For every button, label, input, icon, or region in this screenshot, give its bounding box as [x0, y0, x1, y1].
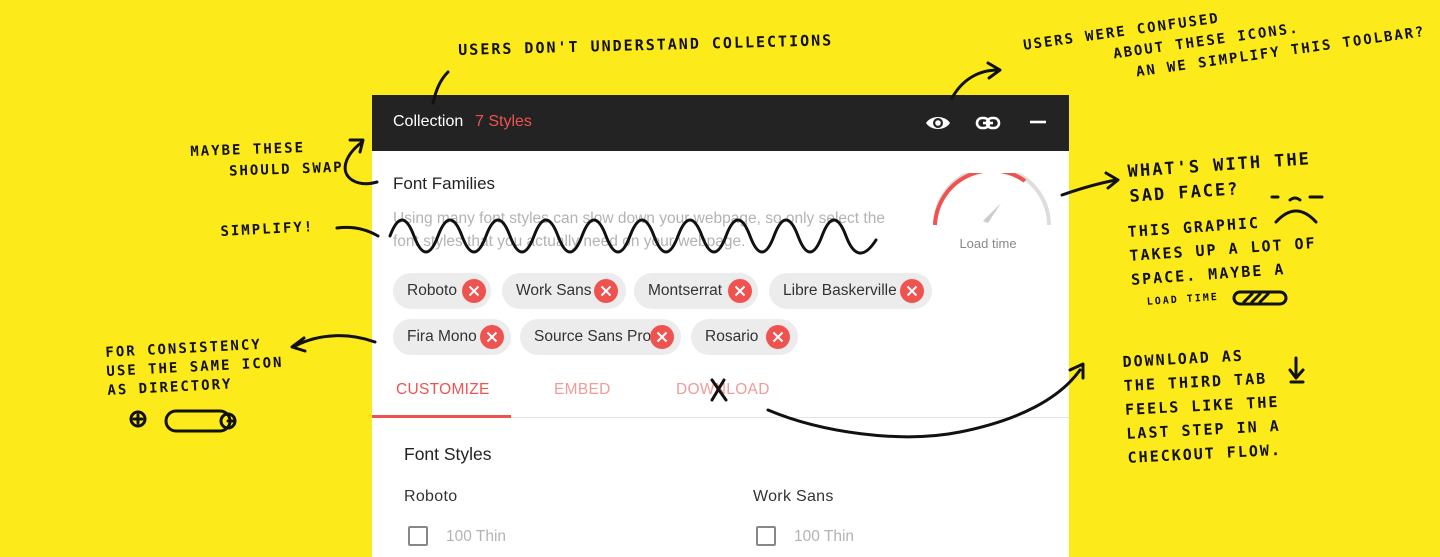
remove-icon[interactable] [480, 325, 504, 349]
collection-style-count: 7 Styles [475, 113, 532, 130]
arrow-icon [1060, 171, 1120, 197]
pill-mark [164, 409, 236, 433]
chip-montserrat: Montserrat [634, 273, 758, 309]
remove-icon[interactable] [728, 279, 752, 303]
load-time-label: Load time [959, 236, 1017, 251]
eye-icon[interactable] [924, 109, 952, 137]
arrow-icon [290, 334, 377, 353]
chip-label: Montserrat [648, 282, 723, 299]
arrow-icon [1288, 356, 1305, 384]
link-icon[interactable] [974, 109, 1002, 137]
style-checkbox[interactable] [408, 526, 428, 546]
style-option-label: 100 Thin [446, 528, 507, 545]
tab-download[interactable]: DOWNLOAD [676, 381, 770, 399]
chip-label: Roboto [407, 282, 457, 299]
collection-toolbar: Collection 7 Styles [372, 95, 1069, 151]
chip-label: Libre Baskerville [783, 282, 897, 299]
family-label-work-sans: Work Sans [753, 488, 834, 505]
style-option-label: 100 Thin [794, 528, 855, 545]
chip-label: Rosario [705, 328, 759, 345]
chip-label: Work Sans [516, 282, 592, 299]
chip-libre-baskerville: Libre Baskerville [769, 273, 932, 309]
active-tab-indicator [372, 415, 511, 418]
minimize-icon[interactable] [1024, 109, 1052, 137]
remove-icon[interactable] [462, 279, 486, 303]
annotation-swap: Maybe these should swap [190, 139, 344, 180]
annotation-download: Download as the third tab feels like the… [1122, 346, 1283, 467]
collection-title: Collection [393, 113, 464, 130]
font-styles-heading: Font Styles [404, 444, 492, 464]
collection-panel: Collection 7 Styles Font Families Using … [372, 95, 1069, 557]
annotation-icons: Users were confused about these icons. A… [1022, 10, 1427, 81]
chip-label: Fira Mono [407, 328, 477, 345]
tab-customize[interactable]: CUSTOMIZE [396, 381, 490, 399]
chip-work-sans: Work Sans [502, 273, 626, 309]
font-families-description: Using many font styles can slow down you… [393, 210, 885, 250]
chip-roboto: Roboto [393, 273, 491, 309]
remove-icon[interactable] [900, 279, 924, 303]
annotation-collections: Users don't understand collections [458, 31, 834, 59]
style-checkbox[interactable] [756, 526, 776, 546]
chip-rosario: Rosario [691, 319, 798, 355]
font-families-heading: Font Families [393, 174, 496, 193]
annotation-simplify: Simplify! [220, 219, 315, 240]
chip-source-sans-pro: Source Sans Pro [520, 319, 681, 355]
annotation-consistency: For consistency use the same icon as dir… [105, 336, 284, 399]
remove-icon[interactable] [650, 325, 674, 349]
chip-label: Source Sans Pro [534, 328, 652, 345]
remove-icon[interactable] [594, 279, 618, 303]
plus-mark [129, 410, 147, 428]
annotation-graphic: This graphic takes up a lot of space. Ma… [1127, 213, 1318, 308]
family-label-roboto: Roboto [404, 488, 458, 505]
arrow-icon [950, 61, 1002, 100]
annotation-sad-face: What's with the sad face? [1127, 149, 1312, 207]
tab-embed[interactable]: EMBED [554, 381, 611, 399]
chip-fira-mono: Fira Mono [393, 319, 511, 355]
remove-icon[interactable] [766, 325, 790, 349]
